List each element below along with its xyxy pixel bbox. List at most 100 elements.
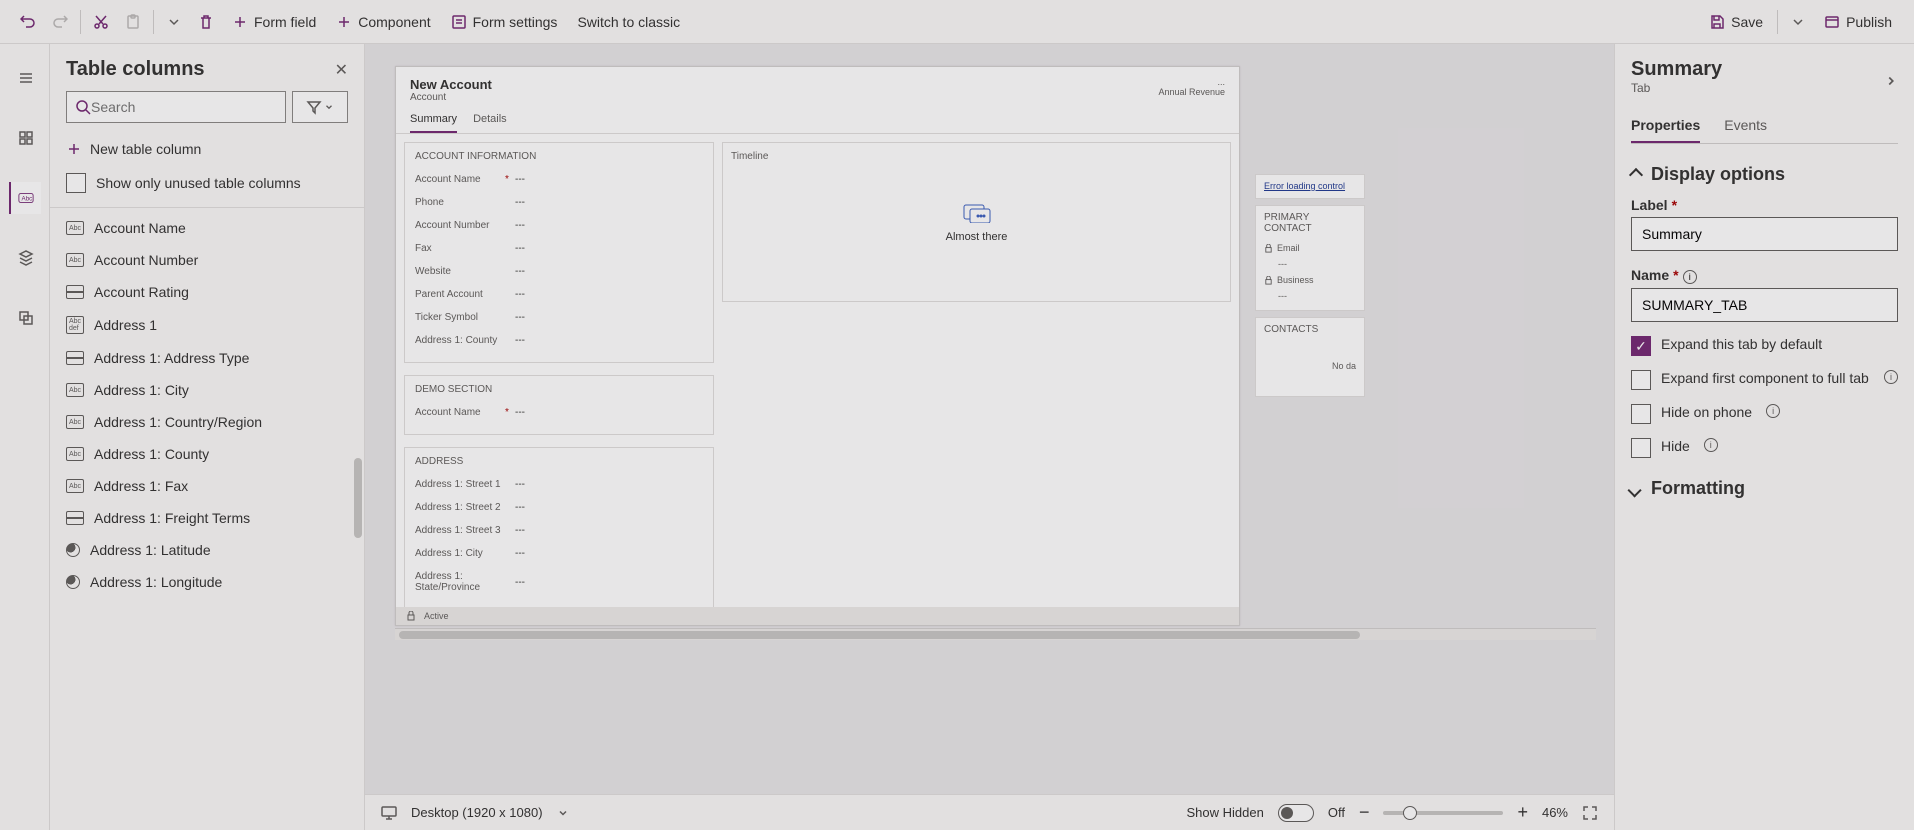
column-label: Address 1: Latitude: [90, 542, 211, 558]
rail-columns[interactable]: Abc: [9, 182, 41, 214]
search-input[interactable]: [91, 99, 277, 115]
form-field[interactable]: Address 1: County---: [415, 329, 703, 352]
filter-button[interactable]: [292, 91, 348, 123]
column-list[interactable]: AbcAccount NameAbcAccount NumberAccount …: [50, 207, 364, 830]
add-component-button[interactable]: Component: [326, 8, 440, 36]
form-field[interactable]: Account Name*---: [415, 168, 703, 191]
info-icon[interactable]: i: [1704, 438, 1718, 452]
field-label: Address 1: Street 3: [415, 525, 505, 536]
form-field[interactable]: Account Name*---: [415, 401, 703, 424]
column-item[interactable]: Address 1: Longitude: [50, 566, 364, 598]
form-settings-button[interactable]: Form settings: [441, 8, 568, 36]
column-item[interactable]: Abc defAddress 1: [50, 308, 364, 342]
field-value: ---: [515, 479, 525, 490]
hide-phone-row[interactable]: Hide on phone i: [1631, 404, 1898, 424]
undo-button[interactable]: [12, 8, 44, 36]
column-item[interactable]: AbcAddress 1: Fax: [50, 470, 364, 502]
save-chevron[interactable]: [1782, 8, 1814, 36]
hide-label: Hide: [1661, 438, 1690, 454]
section-formatting[interactable]: Formatting: [1631, 478, 1898, 499]
hide-phone-checkbox[interactable]: [1631, 404, 1651, 424]
section-address[interactable]: ADDRESS Address 1: Street 1---Address 1:…: [404, 447, 714, 610]
switch-classic-button[interactable]: Switch to classic: [567, 8, 690, 36]
form-field[interactable]: Address 1: Street 2---: [415, 496, 703, 519]
section-demo[interactable]: Demo Section Account Name*---: [404, 375, 714, 435]
column-item[interactable]: Account Rating: [50, 276, 364, 308]
add-form-field-button[interactable]: Form field: [222, 8, 326, 36]
cut-button[interactable]: [85, 8, 117, 36]
column-item[interactable]: AbcAccount Name: [50, 212, 364, 244]
section-display-options[interactable]: Display options: [1631, 164, 1898, 185]
hide-row[interactable]: Hide i: [1631, 438, 1898, 458]
search-input-wrapper[interactable]: [66, 91, 286, 123]
rail-tree[interactable]: [9, 242, 41, 274]
info-icon[interactable]: i: [1766, 404, 1780, 418]
column-item[interactable]: Address 1: Freight Terms: [50, 502, 364, 534]
column-type-icon: Abc: [66, 221, 84, 235]
props-tab-events[interactable]: Events: [1724, 109, 1767, 143]
props-tab-properties[interactable]: Properties: [1631, 109, 1700, 143]
column-item[interactable]: AbcAccount Number: [50, 244, 364, 276]
form-header-more[interactable]: ...: [1158, 77, 1225, 87]
zoom-out-button[interactable]: −: [1359, 802, 1370, 823]
rail-form-libraries[interactable]: [9, 302, 41, 334]
error-link[interactable]: Error loading control: [1264, 181, 1345, 191]
info-icon[interactable]: i: [1683, 270, 1697, 284]
show-unused-checkbox-row[interactable]: Show only unused table columns: [50, 165, 364, 207]
field-label: Address 1: Street 1: [415, 479, 505, 490]
side-card-error[interactable]: Error loading control: [1255, 174, 1365, 199]
form-field[interactable]: Address 1: State/Province---: [415, 565, 703, 599]
zoom-in-button[interactable]: +: [1517, 802, 1528, 823]
label-input[interactable]: [1631, 217, 1898, 251]
paste-button[interactable]: [117, 8, 149, 36]
close-panel-button[interactable]: ✕: [335, 60, 348, 80]
expand-first-checkbox[interactable]: [1631, 370, 1651, 390]
delete-button[interactable]: [190, 8, 222, 36]
fit-screen-icon[interactable]: [1582, 805, 1598, 821]
scrollbar-thumb[interactable]: [354, 458, 362, 538]
hide-checkbox[interactable]: [1631, 438, 1651, 458]
form-field[interactable]: Phone---: [415, 191, 703, 214]
column-item[interactable]: AbcAddress 1: County: [50, 438, 364, 470]
show-hidden-toggle[interactable]: [1278, 804, 1314, 822]
form-field[interactable]: Address 1: Street 1 ---: [415, 473, 703, 496]
canvas-h-scrollbar[interactable]: [395, 628, 1596, 640]
form-preview[interactable]: New Account Account ... Annual Revenue S…: [395, 66, 1240, 626]
zoom-slider[interactable]: [1383, 811, 1503, 815]
form-field[interactable]: Fax---: [415, 237, 703, 260]
publish-button[interactable]: Publish: [1814, 8, 1902, 36]
form-field[interactable]: Address 1: City---: [415, 542, 703, 565]
name-input[interactable]: [1631, 288, 1898, 322]
form-field[interactable]: Parent Account---: [415, 283, 703, 306]
info-icon[interactable]: i: [1884, 370, 1898, 384]
expand-default-row[interactable]: ✓ Expand this tab by default: [1631, 336, 1898, 356]
form-field[interactable]: Address 1: Street 3---: [415, 519, 703, 542]
form-tab-summary[interactable]: Summary: [410, 113, 457, 133]
form-tab-details[interactable]: Details: [473, 113, 507, 133]
form-field[interactable]: Ticker Symbol---: [415, 306, 703, 329]
side-card-primary-contact[interactable]: Primary Contact Email --- Business ---: [1255, 205, 1365, 311]
save-button[interactable]: Save: [1699, 8, 1773, 36]
column-item[interactable]: Address 1: Address Type: [50, 342, 364, 374]
section-timeline[interactable]: Timeline Almost there: [722, 142, 1231, 302]
chevron-down-icon[interactable]: [557, 807, 569, 819]
column-item[interactable]: AbcAddress 1: City: [50, 374, 364, 406]
column-item[interactable]: Address 1: Latitude: [50, 534, 364, 566]
viewport-label[interactable]: Desktop (1920 x 1080): [411, 805, 543, 820]
expand-first-row[interactable]: Expand first component to full tab i: [1631, 370, 1898, 390]
column-item[interactable]: AbcAddress 1: Country/Region: [50, 406, 364, 438]
column-label: Address 1: [94, 317, 157, 333]
form-field[interactable]: Account Number---: [415, 214, 703, 237]
redo-button[interactable]: [44, 8, 76, 36]
form-field[interactable]: Website---: [415, 260, 703, 283]
expand-default-checkbox[interactable]: ✓: [1631, 336, 1651, 356]
required-mark: *: [505, 407, 515, 418]
toolbar-more-chevron[interactable]: [158, 8, 190, 36]
rail-components[interactable]: [9, 122, 41, 154]
new-table-column-button[interactable]: New table column: [50, 133, 364, 165]
rail-hamburger[interactable]: [9, 62, 41, 94]
collapse-props-icon[interactable]: [1884, 74, 1898, 88]
section-account-info[interactable]: ACCOUNT INFORMATION Account Name*---Phon…: [404, 142, 714, 363]
show-unused-checkbox[interactable]: [66, 173, 86, 193]
side-card-contacts[interactable]: CONTACTS No da: [1255, 317, 1365, 397]
